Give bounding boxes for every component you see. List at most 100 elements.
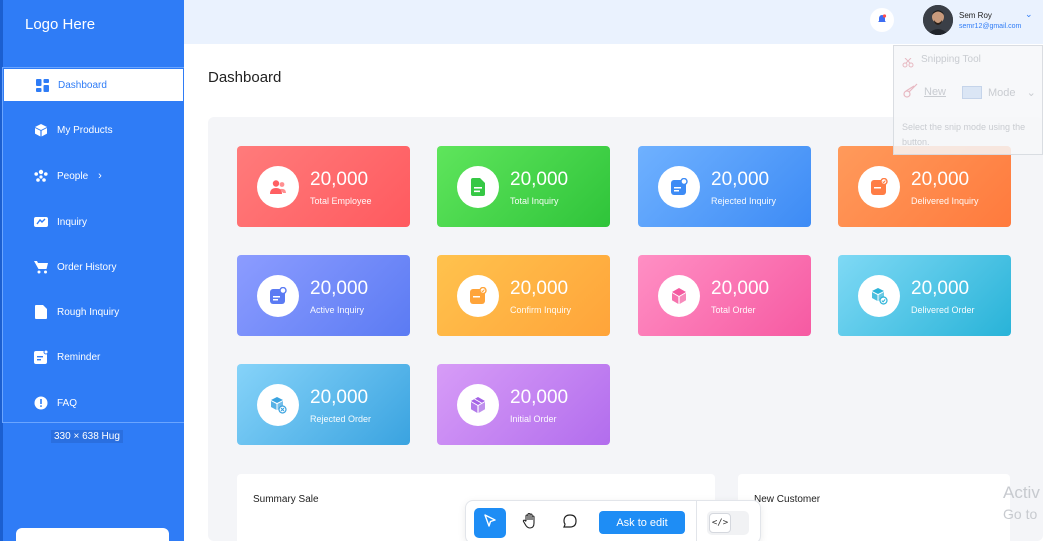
people-icon: [34, 169, 48, 183]
initial-order-icon: [457, 384, 499, 426]
user-email: semr12@gmail.com: [959, 23, 1022, 30]
hand-tool-button[interactable]: [514, 508, 546, 538]
cart-icon: [34, 260, 48, 274]
stat-card-total-employee[interactable]: 20,000 Total Employee: [237, 146, 410, 227]
rejected-inquiry-icon: [658, 166, 700, 208]
edit-toolbar: Ask to edit </>: [465, 500, 761, 541]
logo[interactable]: Logo Here: [25, 16, 95, 33]
stat-card-total-order[interactable]: 20,000 Total Order: [638, 255, 811, 336]
bell-icon: [877, 11, 887, 29]
stat-label: Rejected Order: [310, 414, 372, 424]
stat-card-total-inquiry[interactable]: 20,000 Total Inquiry: [437, 146, 610, 227]
snipping-tool-window: Snipping Tool New Mode ⌄ Select the snip…: [893, 45, 1043, 155]
stat-card-delivered-inquiry[interactable]: 20,000 Delivered Inquiry: [838, 146, 1011, 227]
grid-icon: [35, 78, 49, 92]
sidebar-nav: Dashboard My Products People › Inquiry O…: [2, 67, 185, 423]
sidebar: Logo Here Dashboard My Products People ›: [0, 0, 185, 541]
select-tool-button[interactable]: [474, 508, 506, 538]
stat-value: 20,000: [310, 278, 369, 299]
stat-value: 20,000: [911, 278, 970, 299]
stat-label: Total Order: [711, 305, 756, 315]
scissors-icon: [902, 83, 920, 102]
cursor-icon: [482, 513, 498, 534]
stat-label: Rejected Inquiry: [711, 196, 777, 206]
snipping-tool-title: Snipping Tool: [921, 54, 981, 65]
sidebar-item-my-products[interactable]: My Products: [3, 113, 184, 147]
stat-value: 20,000: [911, 169, 970, 190]
snip-mode-label: Mode: [988, 87, 1016, 99]
stat-label: Active Inquiry: [310, 305, 365, 315]
chevron-right-icon: ›: [98, 170, 102, 182]
rejected-order-icon: [257, 384, 299, 426]
comment-icon: [562, 513, 578, 534]
size-tag: 330 × 638 Hug: [51, 430, 123, 443]
comment-tool-button[interactable]: [554, 508, 586, 538]
code-toggle[interactable]: </>: [707, 511, 749, 535]
sidebar-item-order-history[interactable]: Order History: [3, 250, 184, 284]
snip-hint: Select the snip mode using the button.: [902, 122, 1026, 147]
stat-card-rejected-inquiry[interactable]: 20,000 Rejected Inquiry: [638, 146, 811, 227]
info-icon: [34, 396, 48, 410]
stat-label: Confirm Inquiry: [510, 305, 572, 315]
sidebar-item-reminder[interactable]: Reminder: [3, 340, 184, 374]
snip-new-button[interactable]: New: [898, 80, 946, 102]
stat-card-active-inquiry[interactable]: 20,000 Active Inquiry: [237, 255, 410, 336]
topbar: [184, 0, 1043, 44]
snip-mode-button[interactable]: Mode ⌄: [988, 86, 1036, 99]
snip-new-label: New: [924, 86, 947, 98]
chevron-down-icon[interactable]: ⌄: [1025, 9, 1033, 20]
active-inquiry-icon: [257, 275, 299, 317]
new-customer-card: New Customer: [738, 474, 1010, 541]
sidebar-item-dashboard[interactable]: Dashboard: [3, 68, 184, 102]
users-icon: [257, 166, 299, 208]
stat-label: Total Inquiry: [510, 196, 559, 206]
stat-value: 20,000: [510, 387, 569, 408]
inquiry-icon: [34, 215, 48, 229]
stat-card-delivered-order[interactable]: 20,000 Delivered Order: [838, 255, 1011, 336]
sidebar-item-rough-inquiry[interactable]: Rough Inquiry: [3, 295, 184, 329]
ask-to-edit-button[interactable]: Ask to edit: [599, 511, 685, 534]
stat-value: 20,000: [711, 278, 770, 299]
stat-card-confirm-inquiry[interactable]: 20,000 Confirm Inquiry: [437, 255, 610, 336]
mode-icon: [962, 86, 982, 99]
sidebar-item-label: Reminder: [57, 351, 101, 363]
scissors-icon: [902, 55, 914, 73]
sidebar-bottom-card[interactable]: [16, 528, 169, 541]
avatar[interactable]: [923, 5, 953, 35]
stat-card-rejected-order[interactable]: 20,000 Rejected Order: [237, 364, 410, 445]
summary-sale-title: Summary Sale: [253, 494, 319, 505]
sidebar-item-people[interactable]: People ›: [3, 159, 184, 193]
reminder-icon: [34, 350, 48, 364]
hand-icon: [521, 512, 539, 535]
sidebar-item-label: Order History: [57, 261, 117, 273]
chevron-down-icon: ⌄: [1026, 87, 1036, 99]
stat-value: 20,000: [310, 169, 369, 190]
code-icon: </>: [709, 513, 731, 533]
notification-button[interactable]: [870, 8, 894, 32]
stat-value: 20,000: [510, 169, 569, 190]
activation-watermark-line1: Activ: [1003, 483, 1040, 502]
sidebar-item-label: My Products: [57, 124, 113, 136]
file-icon: [457, 166, 499, 208]
sidebar-item-label: FAQ: [57, 397, 78, 409]
sidebar-item-faq[interactable]: FAQ: [3, 386, 184, 420]
document-icon: [34, 305, 48, 319]
toolbar-divider: [696, 501, 697, 541]
confirm-inquiry-icon: [457, 275, 499, 317]
box-icon: [34, 123, 48, 137]
stat-value: 20,000: [711, 169, 770, 190]
page-title: Dashboard: [208, 69, 282, 86]
stat-card-initial-order[interactable]: 20,000 Initial Order: [437, 364, 610, 445]
stat-label: Delivered Order: [911, 305, 975, 315]
sidebar-item-label: Dashboard: [58, 79, 107, 91]
stat-label: Total Employee: [310, 196, 372, 206]
user-name: Sem Roy: [959, 11, 992, 20]
new-customer-title: New Customer: [754, 494, 821, 505]
delivered-order-icon: [858, 275, 900, 317]
sidebar-item-label: People: [57, 170, 89, 182]
sidebar-item-inquiry[interactable]: Inquiry: [3, 205, 184, 239]
stat-label: Delivered Inquiry: [911, 196, 979, 206]
stat-value: 20,000: [510, 278, 569, 299]
sidebar-item-label: Inquiry: [57, 216, 88, 228]
stat-value: 20,000: [310, 387, 369, 408]
